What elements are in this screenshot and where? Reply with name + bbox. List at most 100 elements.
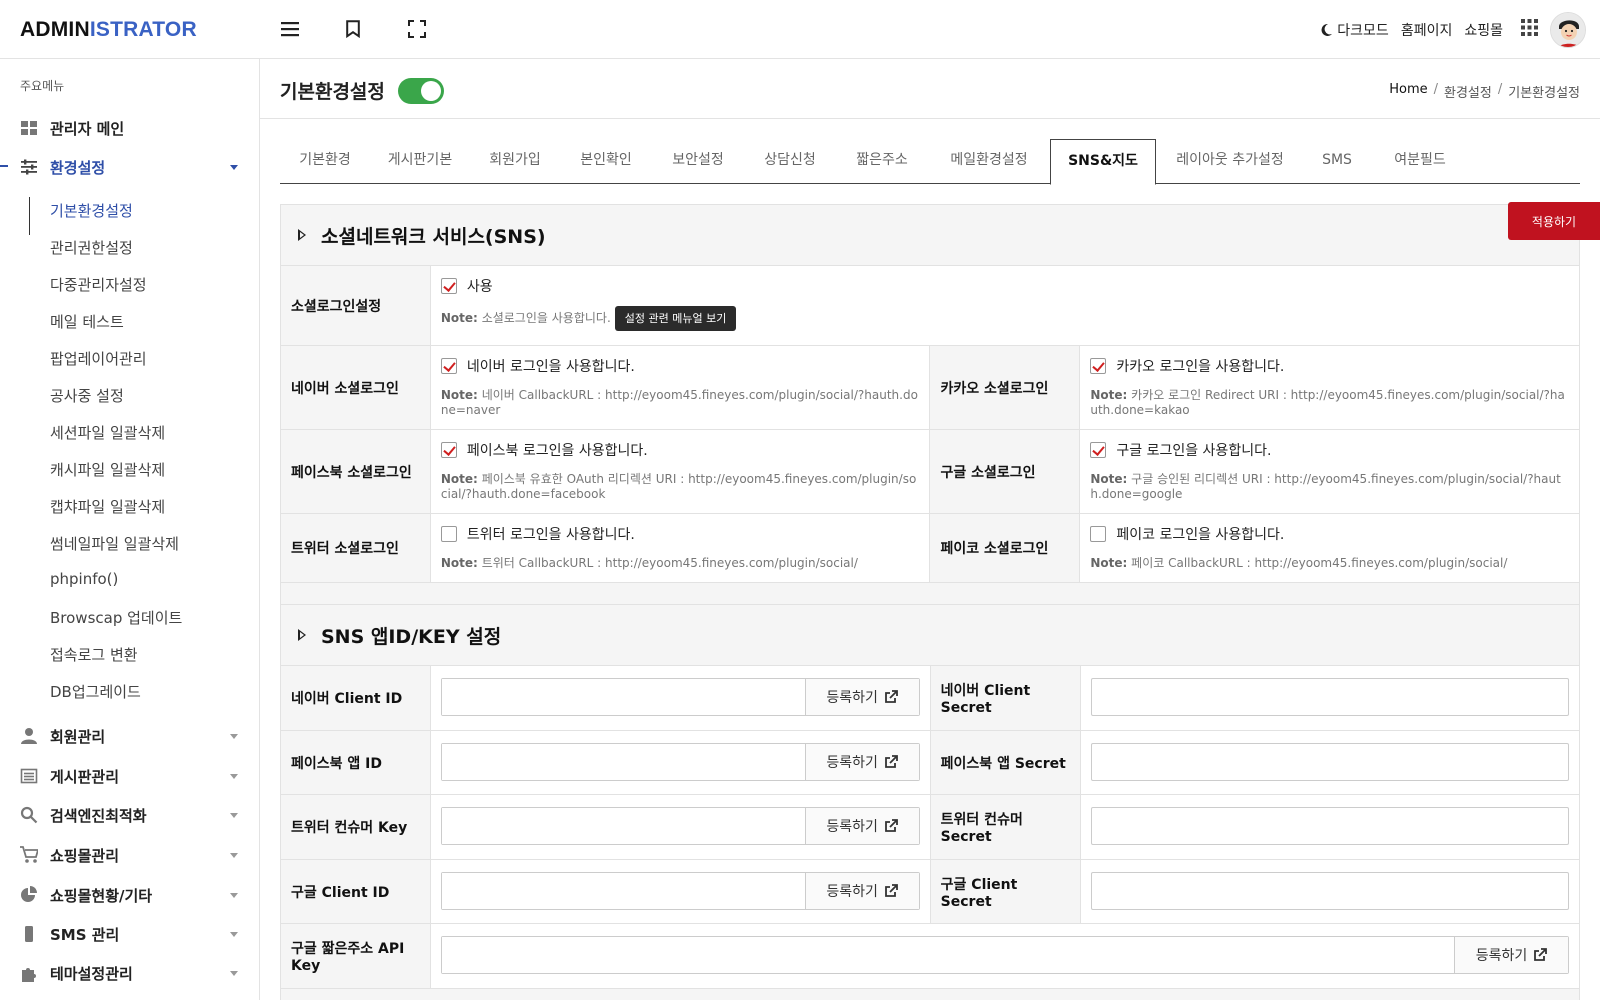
google-login-checkbox[interactable] — [1090, 442, 1107, 458]
register-label: 등록하기 — [826, 755, 878, 771]
twitter-consumer-key-input[interactable] — [441, 808, 805, 844]
submenu-item-basic-settings[interactable]: 기본환경설정 — [50, 200, 133, 221]
table-row: 트위터 컨슈머 Key 등록하기 트위터 컨슈머 Secret — [280, 794, 1581, 860]
tab-short-url[interactable]: 짧은주소 — [836, 139, 928, 184]
sidebar-item-shop-status[interactable]: 쇼핑몰현황/기타 — [0, 880, 259, 910]
register-button[interactable]: 등록하기 — [804, 873, 919, 909]
social-login-checkbox[interactable] — [440, 278, 457, 294]
chevron-down-icon — [230, 853, 238, 858]
facebook-app-secret-input[interactable] — [1090, 743, 1569, 781]
sidebar-item-sms[interactable]: SMS 관리 — [0, 919, 259, 949]
tab-identity[interactable]: 본인확인 — [560, 139, 652, 184]
twitter-consumer-secret-input[interactable] — [1090, 807, 1569, 845]
submenu-item-phpinfo[interactable]: phpinfo() — [50, 570, 118, 588]
breadcrumb-settings[interactable]: 환경설정 — [1444, 82, 1492, 101]
fullscreen-icon[interactable] — [405, 17, 429, 41]
apply-button[interactable]: 적용하기 — [1508, 202, 1600, 240]
register-button[interactable]: 등록하기 — [804, 744, 919, 780]
submenu-item-construction[interactable]: 공사중 설정 — [50, 385, 124, 406]
tab-mail[interactable]: 메일환경설정 — [928, 139, 1050, 184]
submenu-item-browscap[interactable]: Browscap 업데이트 — [50, 607, 182, 628]
settings-tabs: 기본환경 게시판기본 회원가입 본인확인 보안설정 상담신청 짧은주소 메일환경… — [280, 139, 1580, 185]
page-title: 기본환경설정 — [280, 81, 385, 103]
naver-login-checkbox[interactable] — [440, 358, 457, 374]
breadcrumb-current: 기본환경설정 — [1508, 86, 1580, 101]
chevron-down-icon — [230, 165, 238, 170]
sidebar-item-theme[interactable]: 테마설정관리 — [0, 958, 259, 988]
register-button[interactable]: 등록하기 — [804, 679, 919, 715]
google-short-api-key-input[interactable] — [441, 937, 1454, 973]
dark-mode-toggle[interactable]: 다크모드 — [1319, 20, 1389, 40]
logo-text-part2: ISTRATOR — [89, 18, 197, 41]
breadcrumb-home[interactable]: Home — [1389, 82, 1427, 101]
sns-section-header[interactable]: 소셜네트워크 서비스(SNS) — [281, 205, 1579, 265]
sns-key-table: 네이버 Client ID 등록하기 네이버 Client Secret 페이스… — [280, 665, 1581, 989]
tab-extra-fields[interactable]: 여분필드 — [1370, 139, 1470, 184]
tab-sms[interactable]: SMS — [1304, 139, 1370, 184]
shop-link[interactable]: 쇼핑몰 — [1464, 20, 1503, 40]
submenu-item-db-upgrade[interactable]: DB업그레이드 — [50, 681, 141, 702]
register-button[interactable]: 등록하기 — [1454, 937, 1568, 973]
tab-layout-extra[interactable]: 레이아웃 추가설정 — [1156, 139, 1304, 184]
chevron-down-icon — [230, 813, 238, 818]
sidebar-item-label: 쇼핑몰현황/기타 — [50, 887, 153, 905]
kakao-note: 카카오 로그인 Redirect URI : http://eyoom45.fi… — [1090, 388, 1565, 417]
twitter-login-checkbox[interactable] — [440, 526, 457, 542]
naver-client-id-input[interactable] — [441, 679, 805, 715]
submenu-item-popup-layer[interactable]: 팝업레이어관리 — [50, 348, 147, 369]
collapse-triangle-icon — [298, 229, 306, 241]
grid-icon[interactable] — [1521, 19, 1538, 40]
tab-sns-map[interactable]: SNS&지도 — [1050, 139, 1156, 185]
google-note: 구글 승인된 리디렉션 URI : http://eyoom45.fineyes… — [1090, 472, 1561, 501]
naver-client-secret-label: 네이버 Client Secret — [929, 665, 1081, 731]
naver-login-label: 네이버 소셜로그인 — [280, 345, 431, 430]
table-row: 네이버 소셜로그인 네이버 로그인을 사용합니다. Note: 네이버 Call… — [280, 345, 1580, 430]
tab-security[interactable]: 보안설정 — [652, 139, 744, 184]
sidebar-item-shop[interactable]: 쇼핑몰관리 — [0, 840, 259, 870]
sidebar-item-members[interactable]: 회원관리 — [0, 721, 259, 751]
naver-client-secret-input[interactable] — [1090, 678, 1569, 716]
sidebar-item-settings[interactable]: 환경설정 — [0, 152, 259, 182]
tab-basic[interactable]: 기본환경 — [280, 139, 370, 184]
sidebar-item-admin-main[interactable]: 관리자 메인 — [0, 113, 259, 143]
twitter-login-label: 트위터 소셜로그인 — [280, 513, 431, 583]
google-short-api-key-label: 구글 짧은주소 API Key — [280, 923, 431, 989]
app-logo[interactable]: ADMINISTRATOR — [20, 18, 197, 42]
tab-signup[interactable]: 회원가입 — [470, 139, 560, 184]
submenu-item-thumbnail-delete[interactable]: 썸네일파일 일괄삭제 — [50, 533, 179, 554]
submenu-item-access-log[interactable]: 접속로그 변환 — [50, 644, 138, 665]
submenu-item-multi-admin[interactable]: 다중관리자설정 — [50, 274, 147, 295]
dashboard-icon — [21, 121, 37, 135]
kakao-login-checkbox[interactable] — [1090, 358, 1107, 374]
submenu-item-session-delete[interactable]: 세션파일 일괄삭제 — [50, 422, 165, 443]
tab-board-basic[interactable]: 게시판기본 — [370, 139, 470, 184]
hamburger-icon[interactable] — [278, 17, 302, 41]
table-row: 구글 짧은주소 API Key 등록하기 — [280, 923, 1581, 989]
kakao-login-cell: 카카오 로그인을 사용합니다. Note: 카카오 로그인 Redirect U… — [1079, 345, 1580, 430]
facebook-app-id-input[interactable] — [441, 744, 805, 780]
bookmark-icon[interactable] — [341, 17, 365, 41]
sidebar-item-seo[interactable]: 검색엔진최적화 — [0, 800, 259, 830]
submenu-item-mail-test[interactable]: 메일 테스트 — [50, 311, 124, 332]
submenu-item-permission[interactable]: 관리권한설정 — [50, 237, 133, 258]
sidebar-item-boards[interactable]: 게시판관리 — [0, 761, 259, 791]
note-prefix: Note: — [440, 556, 478, 570]
tab-consult[interactable]: 상담신청 — [744, 139, 836, 184]
avatar[interactable] — [1550, 11, 1586, 48]
submenu-item-cache-delete[interactable]: 캐시파일 일괄삭제 — [50, 459, 165, 480]
submenu-item-captcha-delete[interactable]: 캡챠파일 일괄삭제 — [50, 496, 165, 517]
sidebar: 주요메뉴 관리자 메인 환경설정 기본환경설정 관리권한설정 다중관리자설정 메… — [0, 59, 260, 1000]
register-button[interactable]: 등록하기 — [804, 808, 919, 844]
google-client-secret-input[interactable] — [1090, 872, 1569, 910]
google-client-id-cell: 등록하기 — [429, 859, 931, 924]
google-client-id-input[interactable] — [441, 873, 805, 909]
naver-client-id-label: 네이버 Client ID — [280, 665, 431, 731]
page-toggle-switch[interactable] — [398, 78, 444, 104]
homepage-link[interactable]: 홈페이지 — [1401, 20, 1453, 40]
external-link-icon — [885, 690, 898, 703]
payco-login-checkbox[interactable] — [1090, 526, 1107, 542]
manual-tooltip[interactable]: 설정 관련 메뉴얼 보기 — [614, 306, 737, 331]
facebook-login-checkbox[interactable] — [440, 442, 457, 458]
key-section-header[interactable]: SNS 앱ID/KEY 설정 — [281, 605, 1579, 665]
register-label: 등록하기 — [826, 819, 878, 835]
